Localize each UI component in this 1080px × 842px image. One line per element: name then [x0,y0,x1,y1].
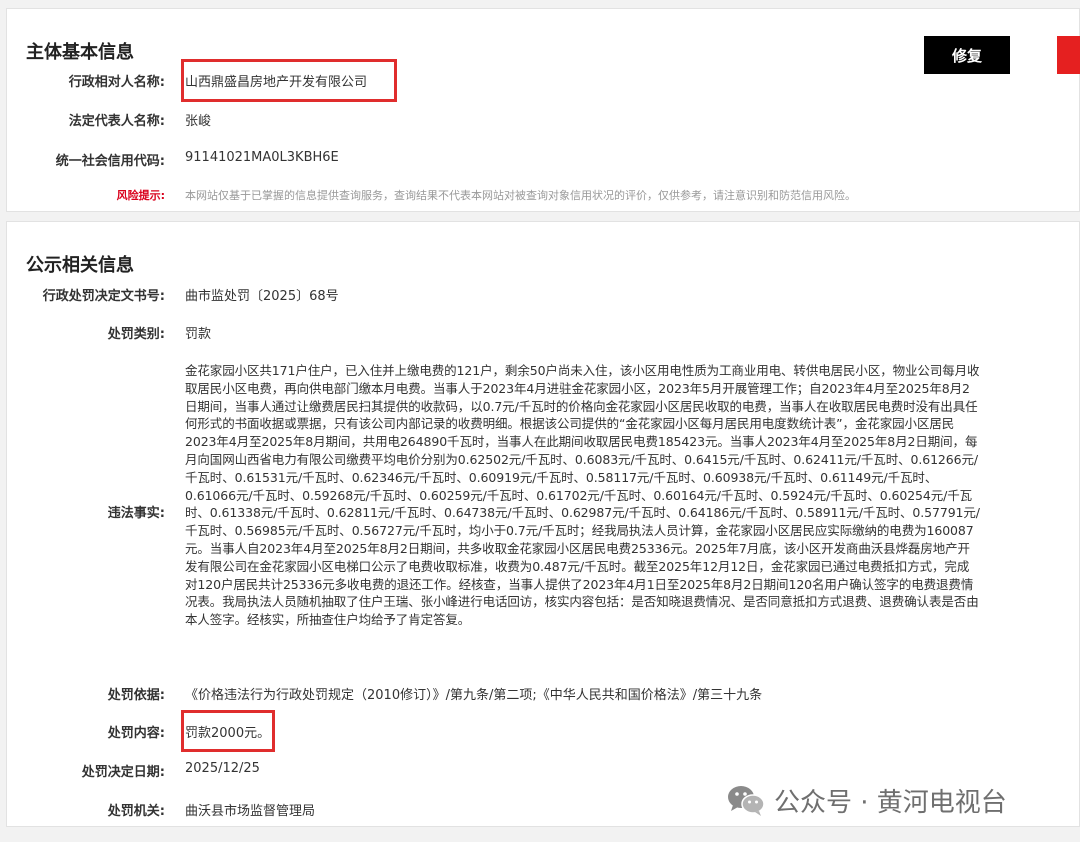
authority-label: 处罚机关: [107,804,165,819]
basis-label: 处罚依据: [107,688,165,703]
watermark-text: 公众号 · 黄河电视台 [774,787,1007,818]
wechat-icon [728,786,765,816]
credit-label: 统一社会信用代码: [55,154,165,169]
subject-label: 行政相对人名称: [68,75,165,90]
facts-value: 金花家园小区共171户住户，已入住并上缴电费的121户，剩余50户尚未入住，该小… [185,363,980,628]
credit-value: 91141021MA0L3KBH6E [185,150,339,165]
rep-label: 法定代表人名称: [68,114,165,129]
basis-value: 《价格违法行为行政处罚规定（2010修订）》/第九条/第二项;《中华人民共和国价… [185,688,763,703]
publicity-info-title: 公示相关信息 [26,255,134,276]
subject-highlight-box [181,59,397,102]
repair-button[interactable]: 修复 [924,36,1010,74]
basic-info-card: 主体基本信息 行政相对人名称: 山西鼎盛昌房地产开发有限公司 法定代表人名称: … [6,8,1080,212]
publicity-info-card: 公示相关信息 行政处罚决定文书号: 曲市监处罚〔2025〕68号 处罚类别: 罚… [6,221,1080,827]
doc-label: 行政处罚决定文书号: [42,289,165,304]
risk-label: 风险提示: [116,189,165,202]
facts-label: 违法事实: [107,506,165,521]
risk-value: 本网站仅基于已掌握的信息提供查询服务，查询结果不代表本网站对被查询对象信用状况的… [185,189,856,202]
basic-info-title: 主体基本信息 [26,42,134,63]
rep-value: 张峻 [185,114,212,129]
content-highlight-box [181,710,275,752]
authority-value: 曲沃县市场监督管理局 [185,804,316,819]
doc-value: 曲市监处罚〔2025〕68号 [185,289,339,304]
side-red-button[interactable] [1057,36,1080,74]
watermark: 公众号 · 黄河电视台 [726,782,1007,818]
content-label: 处罚内容: [107,726,165,741]
date-value: 2025/12/25 [185,761,260,776]
date-label: 处罚决定日期: [81,765,165,780]
type-label: 处罚类别: [107,327,165,342]
type-value: 罚款 [185,327,212,342]
